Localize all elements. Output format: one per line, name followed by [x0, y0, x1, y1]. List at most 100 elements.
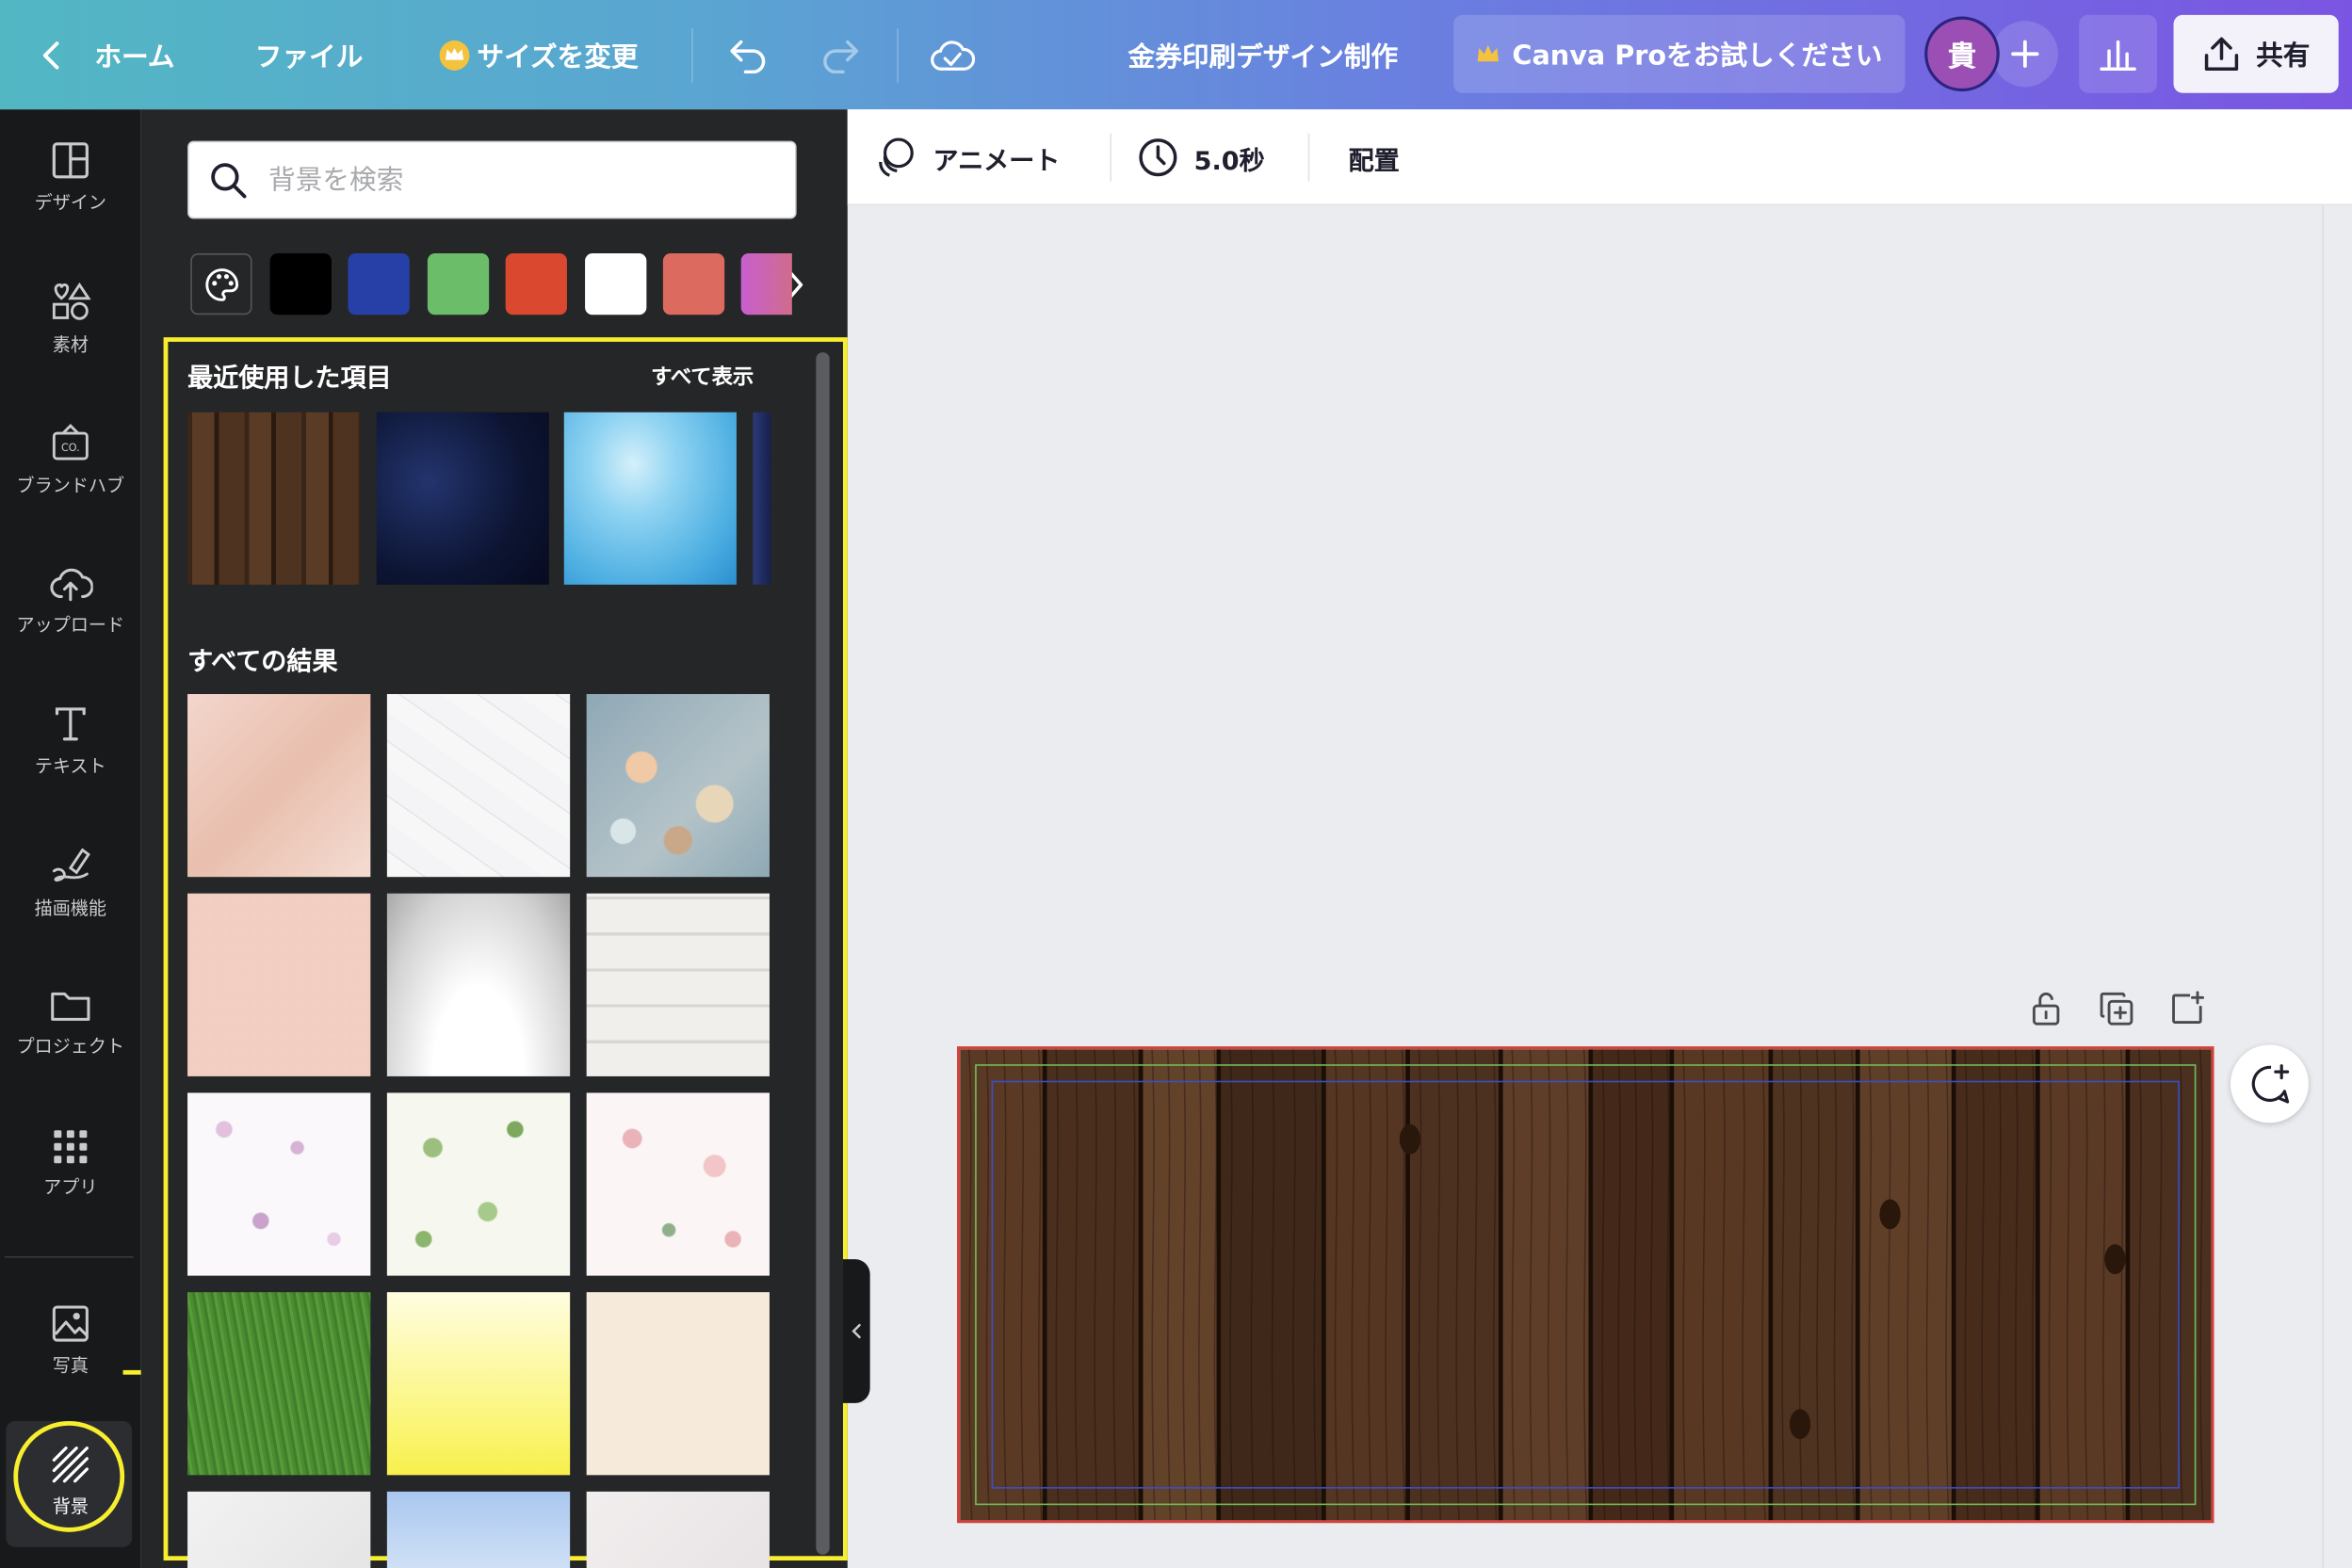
insights-button[interactable] [2079, 14, 2158, 93]
search-box[interactable] [187, 140, 797, 219]
promo-label: Canva Proをお試しください [1512, 40, 1883, 73]
duplicate-page-button[interactable] [2094, 986, 2139, 1031]
brand-icon: CO. [52, 423, 89, 460]
color-swatch[interactable] [505, 253, 568, 315]
resize-button[interactable]: サイズを変更 [438, 0, 639, 109]
color-swatch[interactable] [349, 253, 411, 315]
rail-item-design[interactable]: デザイン [0, 109, 141, 244]
rail-label: アップロード [16, 613, 125, 636]
rail-item-projects[interactable]: プロジェクト [0, 955, 141, 1090]
safe-area-guide [991, 1080, 2180, 1489]
color-swatch[interactable] [741, 253, 793, 315]
background-thumbnail[interactable] [187, 1092, 371, 1276]
rail-item-brand-hub[interactable]: CO. ブランドハブ [0, 391, 141, 525]
resize-label: サイズを変更 [477, 40, 639, 73]
color-swatch[interactable] [662, 253, 725, 315]
shapes-icon [52, 282, 91, 319]
background-thumbnail[interactable] [586, 694, 770, 878]
rail-label: アプリ [43, 1175, 98, 1198]
invite-button[interactable] [1991, 21, 2058, 88]
rail-label: プロジェクト [16, 1035, 125, 1057]
cloud-upload-icon [50, 567, 93, 601]
svg-text:CO.: CO. [61, 441, 80, 453]
palette-icon [204, 267, 238, 300]
home-button[interactable]: ホーム [41, 0, 174, 109]
color-swatch[interactable] [269, 253, 332, 315]
background-thumbnail[interactable] [386, 1092, 571, 1276]
crown-icon [1477, 44, 1500, 62]
background-thumbnail[interactable] [386, 1292, 571, 1476]
background-panel: 最近使用した項目 すべて表示 すべての結果 [140, 109, 848, 1568]
rail-item-photos[interactable]: 写真 [0, 1272, 141, 1407]
try-canva-pro-button[interactable]: Canva Proをお試しください [1453, 14, 1906, 93]
file-menu[interactable]: ファイル [255, 0, 364, 109]
avatar[interactable]: 貴 [1924, 16, 2000, 92]
apps-grid-icon [54, 1129, 88, 1163]
animate-icon [879, 137, 914, 177]
chevron-left-icon [42, 40, 59, 69]
share-button[interactable]: 共有 [2173, 14, 2339, 93]
comment-add-icon [2251, 1064, 2290, 1104]
background-thumbnail[interactable] [187, 893, 371, 1076]
top-bar: ホーム ファイル サイズを変更 金券印刷デザイン制作 Canva Proをお試し… [0, 0, 2352, 110]
rail-item-uploads[interactable]: アップロード [0, 532, 141, 667]
background-thumbnail[interactable] [386, 893, 571, 1076]
duration-button[interactable]: 5.0秒 [1137, 109, 1265, 205]
canva-editor: ホーム ファイル サイズを変更 金券印刷デザイン制作 Canva Proをお試し… [0, 0, 2352, 1568]
rail-label: ブランドハブ [16, 474, 125, 496]
arrange-button[interactable]: 配置 [1349, 109, 1400, 205]
animate-button[interactable]: アニメート [873, 109, 1061, 205]
rail-label: 素材 [52, 333, 89, 355]
canvas-scrollbar[interactable] [2322, 205, 2352, 1568]
add-comment-button[interactable] [2230, 1044, 2309, 1123]
undo-button[interactable] [727, 0, 770, 109]
divider [1110, 133, 1112, 182]
results-title: すべての結果 [187, 647, 338, 678]
rail-item-apps[interactable]: アプリ [0, 1096, 141, 1231]
background-thumbnail[interactable] [187, 1292, 371, 1476]
rail-label: 写真 [52, 1354, 89, 1376]
cloud-save-status[interactable] [930, 0, 976, 109]
share-upload-icon [2204, 37, 2239, 71]
background-thumbnail[interactable] [586, 1491, 770, 1568]
background-thumbnail[interactable] [586, 1092, 770, 1276]
cloud-check-icon [931, 40, 976, 71]
undo-icon [730, 40, 766, 73]
see-all-link[interactable]: すべて表示 [651, 362, 754, 392]
share-label: 共有 [2256, 40, 2311, 73]
color-swatch[interactable] [584, 253, 646, 315]
unlock-icon [2032, 992, 2060, 1026]
redo-button[interactable] [819, 0, 862, 109]
recent-thumbnail[interactable] [187, 412, 361, 585]
background-thumbnail[interactable] [586, 1292, 770, 1476]
document-title[interactable]: 金券印刷デザイン制作 [1128, 0, 1399, 109]
recent-thumbnail[interactable] [563, 412, 737, 585]
file-label: ファイル [254, 40, 364, 73]
duration-label: 5.0秒 [1193, 146, 1265, 177]
duplicate-icon [2100, 992, 2133, 1026]
background-thumbnail[interactable] [386, 694, 571, 878]
chevron-left-icon [852, 1323, 861, 1339]
recent-thumbnail[interactable] [752, 412, 770, 585]
background-thumbnail[interactable] [386, 1491, 571, 1568]
animate-label: アニメート [933, 146, 1061, 177]
add-page-button[interactable] [2165, 986, 2210, 1031]
background-thumbnail[interactable] [187, 694, 371, 878]
rail-label: 描画機能 [34, 897, 107, 918]
background-thumbnail[interactable] [586, 893, 770, 1076]
lock-button[interactable] [2023, 986, 2068, 1031]
panel-scrollbar[interactable] [816, 352, 830, 1555]
color-palette-button[interactable] [190, 253, 252, 315]
background-thumbnail[interactable] [187, 1491, 371, 1568]
rail-label: デザイン [34, 190, 107, 213]
collapse-panel-button[interactable] [842, 1259, 870, 1403]
recent-thumbnail[interactable] [375, 412, 549, 585]
color-swatch[interactable] [427, 253, 489, 315]
rail-item-text[interactable]: テキスト [0, 673, 141, 808]
rail-item-draw[interactable]: 描画機能 [0, 814, 141, 948]
arrange-label: 配置 [1348, 146, 1400, 177]
divider [691, 28, 693, 83]
search-icon [211, 163, 247, 199]
search-input[interactable] [268, 164, 764, 196]
rail-item-elements[interactable]: 素材 [0, 251, 141, 385]
